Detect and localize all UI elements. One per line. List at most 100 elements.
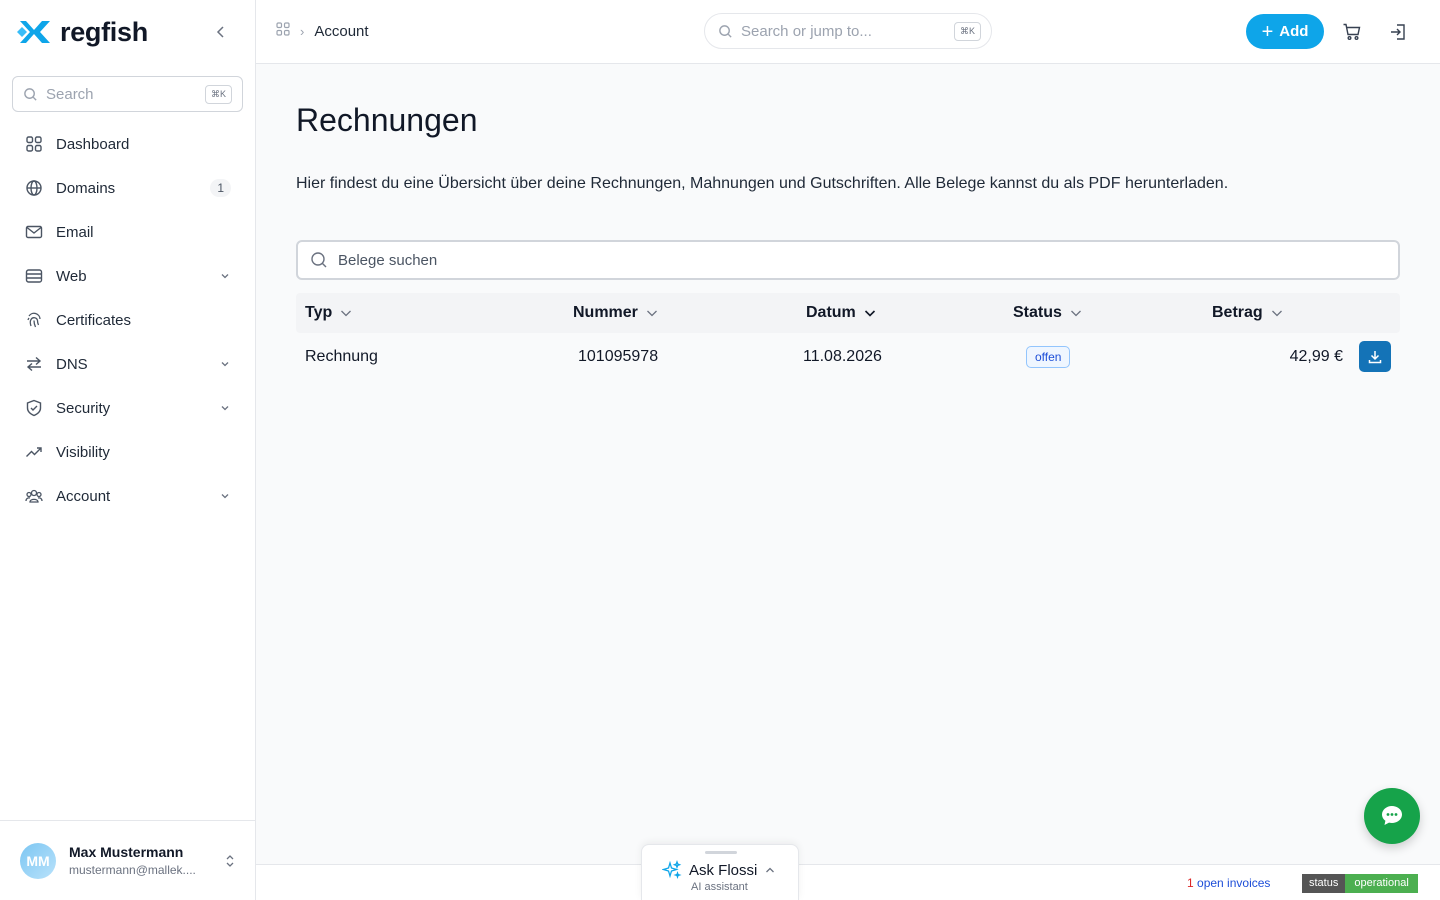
mail-icon — [24, 222, 44, 242]
sidebar-item-dashboard[interactable]: Dashboard — [12, 122, 243, 166]
cell-betrag: 42,99 € — [1289, 348, 1343, 365]
main-content: Rechnungen Hier findest du eine Übersich… — [256, 64, 1440, 864]
globe-icon — [24, 178, 44, 198]
chevron-down-icon — [863, 306, 877, 320]
shortcut-hint: ⌘K — [204, 84, 232, 104]
search-icon — [719, 24, 732, 38]
breadcrumb-current[interactable]: Account — [314, 23, 368, 40]
collapse-sidebar-button[interactable] — [211, 22, 231, 42]
user-name: Max Mustermann — [69, 844, 184, 860]
column-label: Nummer — [573, 304, 638, 321]
user-menu[interactable]: MM Max Mustermann mustermann@mallek.... — [0, 820, 256, 900]
sidebar-item-label: Certificates — [56, 311, 132, 329]
footer: 1 open invoices status operational — [256, 864, 1440, 900]
cell-datum: 11.08.2026 — [803, 348, 882, 365]
shield-icon — [24, 398, 44, 418]
sidebar-item-visibility[interactable]: Visibility — [12, 430, 243, 474]
sidebar-item-label: Email — [56, 223, 94, 241]
sidebar-search-placeholder: Search — [46, 85, 94, 103]
cart-icon — [1343, 23, 1361, 40]
download-icon — [1368, 350, 1382, 363]
chevron-down-icon — [339, 306, 353, 320]
open-invoices-link[interactable]: 1 open invoices — [1187, 876, 1270, 890]
cart-button[interactable] — [1341, 21, 1363, 43]
sidebar-item-domains[interactable]: Domains 1 — [12, 166, 243, 210]
domains-count-badge: 1 — [210, 179, 231, 197]
column-header-datum[interactable]: Datum — [806, 304, 877, 322]
search-icon — [311, 252, 327, 268]
sidebar-item-email[interactable]: Email — [12, 210, 243, 254]
download-pdf-button[interactable] — [1359, 341, 1391, 372]
apps-icon[interactable] — [276, 22, 290, 40]
column-header-betrag[interactable]: Betrag — [1212, 304, 1284, 322]
sidebar-item-label: Account — [56, 487, 111, 505]
column-label: Status — [1013, 304, 1062, 321]
assistant-subtitle: AI assistant — [691, 881, 748, 893]
sidebar-item-label: DNS — [56, 355, 88, 373]
open-invoices-count: 1 — [1187, 876, 1194, 890]
assistant-title: Ask Flossi — [689, 862, 758, 879]
page-title: Rechnungen — [296, 102, 478, 138]
chevron-left-icon — [216, 26, 224, 38]
status-value: operational — [1345, 874, 1418, 893]
sidebar-item-web[interactable]: Web — [12, 254, 243, 298]
sidebar-item-dns[interactable]: DNS — [12, 342, 243, 386]
sidebar-item-label: Dashboard — [56, 135, 130, 153]
brand-name: regfish — [60, 16, 148, 47]
sidebar-nav: Dashboard Domains 1 Email Web Certificat… — [12, 122, 243, 518]
global-search-placeholder: Search or jump to... — [741, 22, 872, 40]
add-button-label: Add — [1279, 23, 1309, 40]
documents-search[interactable] — [296, 240, 1400, 280]
grid-icon — [24, 134, 44, 154]
add-button[interactable]: + Add — [1246, 14, 1324, 49]
server-icon — [24, 266, 44, 286]
sidebar-item-account[interactable]: Account — [12, 474, 243, 518]
sidebar-item-label: Web — [56, 267, 87, 285]
table-header: Typ Nummer Datum Status Betrag — [296, 293, 1400, 333]
sidebar-item-certificates[interactable]: Certificates — [12, 298, 243, 342]
sparkles-icon — [662, 860, 682, 880]
chevron-down-icon — [219, 358, 231, 370]
documents-search-input[interactable] — [338, 251, 1386, 269]
column-label: Betrag — [1212, 304, 1263, 321]
sidebar: regfish Search ⌘K Dashboard Domains 1 Em… — [0, 0, 256, 900]
sidebar-item-security[interactable]: Security — [12, 386, 243, 430]
breadcrumb: › Account — [276, 22, 369, 40]
drag-handle[interactable] — [705, 851, 737, 854]
chat-bubble-icon — [1382, 806, 1402, 825]
sidebar-search[interactable]: Search ⌘K — [12, 76, 243, 112]
column-header-status[interactable]: Status — [1013, 304, 1083, 322]
system-status-badge[interactable]: status operational — [1302, 874, 1418, 893]
logout-button[interactable] — [1388, 21, 1410, 43]
chevron-down-icon — [1270, 306, 1284, 320]
regfish-x-logo — [17, 21, 50, 43]
avatar: MM — [20, 842, 56, 879]
user-email: mustermann@mallek.... — [69, 863, 196, 877]
chevron-down-icon — [645, 306, 659, 320]
chevron-up-down-icon[interactable] — [224, 852, 236, 870]
search-icon — [24, 87, 37, 101]
global-search[interactable]: Search or jump to... ⌘K — [704, 13, 992, 49]
chevron-up-icon — [764, 864, 776, 876]
chevron-down-icon — [219, 402, 231, 414]
page-description: Hier findest du eine Übersicht über dein… — [296, 175, 1229, 192]
logout-icon — [1391, 24, 1405, 40]
open-invoices-label: open invoices — [1193, 876, 1271, 890]
sidebar-item-label: Visibility — [56, 443, 110, 461]
cell-nummer: 101095978 — [578, 348, 659, 365]
sidebar-item-label: Domains — [56, 179, 116, 197]
table-row: Rechnung 101095978 11.08.2026 offen 42,9… — [296, 333, 1400, 381]
arrows-icon — [24, 354, 44, 374]
column-label: Datum — [806, 304, 856, 321]
column-header-nummer[interactable]: Nummer — [573, 304, 659, 322]
status-key: status — [1302, 874, 1346, 893]
shortcut-hint: ⌘K — [953, 21, 981, 41]
chevron-down-icon — [1069, 306, 1083, 320]
users-icon — [24, 486, 44, 506]
cell-typ: Rechnung — [305, 348, 378, 365]
ask-flossi-panel[interactable]: Ask Flossi AI assistant — [641, 844, 799, 900]
column-header-typ[interactable]: Typ — [305, 304, 353, 322]
status-badge: offen — [1026, 346, 1071, 368]
chat-button[interactable] — [1364, 788, 1420, 844]
trend-icon — [24, 442, 44, 462]
